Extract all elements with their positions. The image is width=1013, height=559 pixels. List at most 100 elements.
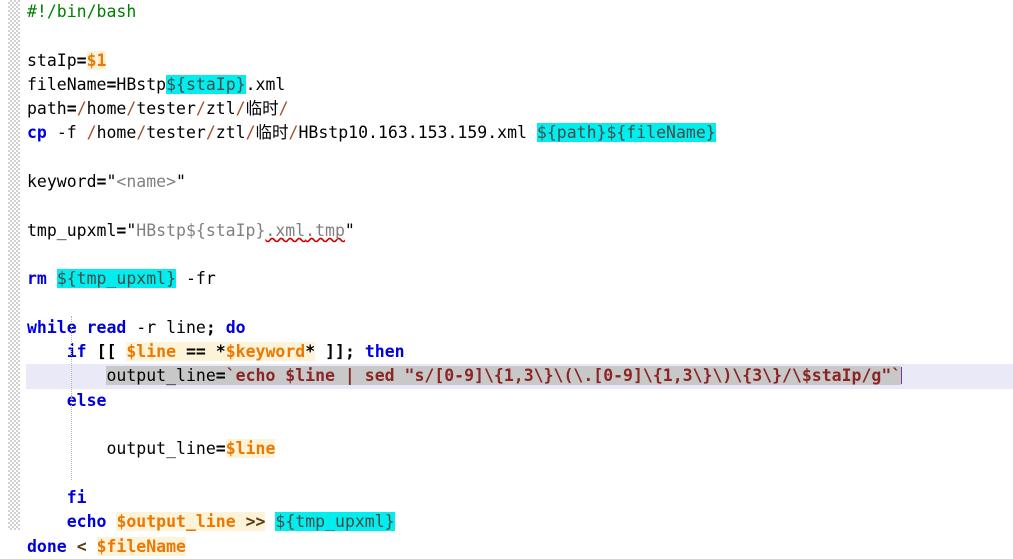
code-line[interactable]: output_line=$line: [0, 437, 1013, 461]
gutter-hatch-strip: [8, 0, 20, 530]
test-close-bracket: ]]: [325, 342, 345, 362]
code-line-blank[interactable]: [0, 462, 1013, 486]
code-line-blank[interactable]: [0, 146, 1013, 170]
path-segment: tester: [136, 99, 196, 119]
input-redirect: <: [76, 536, 87, 556]
code-line-blank[interactable]: [0, 24, 1013, 48]
path-slash: /: [126, 99, 137, 119]
string-quote-open: ": [106, 172, 117, 192]
code-line[interactable]: #!/bin/bash: [0, 0, 1013, 24]
code-line[interactable]: fi: [0, 486, 1013, 510]
code-line-blank[interactable]: [0, 292, 1013, 316]
test-open-bracket: [[: [96, 342, 117, 362]
path-segment: ztl: [215, 123, 246, 143]
builtin-echo: echo: [66, 512, 107, 532]
path-slash: /: [76, 99, 87, 119]
code-line-current[interactable]: output_line=`echo $line | sed "s/[0-9]\{…: [0, 364, 1013, 389]
variable-highlight-run: $output_line >>: [116, 512, 266, 532]
code-line[interactable]: echo $output_line >> ${tmp_upxml}: [0, 510, 1013, 534]
occurrence-highlight-tmpupxml: ${tmp_upxml}: [275, 512, 395, 532]
code-line-blank[interactable]: [0, 243, 1013, 267]
command-rm: rm: [27, 269, 47, 289]
keyword-do: do: [225, 317, 246, 337]
path-slash: /: [136, 123, 147, 143]
literal-prefix: HBstp: [116, 74, 167, 94]
code-editor[interactable]: #!/bin/bash staIp=$1 fileName=HBstp${sta…: [0, 0, 1013, 556]
code-content[interactable]: #!/bin/bash staIp=$1 fileName=HBstp${sta…: [0, 0, 1013, 556]
selected-text-range: output_line=`echo $line | sed "s/[0-9]\{…: [106, 366, 902, 386]
code-line[interactable]: fileName=HBstp${staIp}.xml: [0, 73, 1013, 97]
command-substitution: `echo $line | sed "s/[0-9]\{1,3\}\(\.[0-…: [225, 366, 902, 386]
code-line-blank[interactable]: [0, 194, 1013, 218]
variable-line: $line: [225, 439, 276, 459]
variable-filename: $fileName: [96, 536, 186, 556]
path-segment: home: [96, 123, 137, 143]
keyword-if: if: [66, 342, 87, 362]
gutter-right-pad: [20, 0, 26, 530]
path-segment: home: [86, 99, 127, 119]
append-redirect: >>: [245, 512, 266, 532]
glob-star: *: [305, 342, 316, 362]
code-line[interactable]: path=/home/tester/ztl/临时/: [0, 97, 1013, 121]
semicolon: ;: [205, 317, 216, 337]
variable-outputline: $output_line: [116, 512, 236, 532]
semicolon: ;: [344, 342, 355, 362]
occurrence-highlight-staip: ${staIp}: [166, 74, 246, 94]
string-body: <name>: [116, 172, 177, 192]
path-segment-cjk: 临时: [245, 99, 279, 119]
keyword-then: then: [364, 342, 405, 362]
var-name-keyword: keyword: [27, 172, 97, 192]
code-line[interactable]: tmp_upxml="HBstp${staIp}.xml.tmp": [0, 219, 1013, 243]
path-slash: /: [278, 99, 289, 119]
path-segment-cjk: 临时: [255, 123, 289, 143]
string-quote-close: ": [176, 172, 186, 192]
variable-highlight-run: $line == *$keyword*: [126, 342, 316, 362]
path-segment: ztl: [205, 99, 236, 119]
string-body-misspelled: .tmp: [305, 220, 345, 240]
code-line[interactable]: cp -f /home/tester/ztl/临时/HBstp10.163.15…: [0, 121, 1013, 145]
code-line[interactable]: keyword="<name>": [0, 170, 1013, 194]
var-name-path: path: [27, 99, 67, 119]
var-name-filename: fileName: [27, 74, 107, 94]
var-name-tmpupxml: tmp_upxml: [27, 220, 117, 240]
keyword-done: done: [27, 536, 67, 556]
variable-arg1: $1: [86, 50, 107, 70]
path-slash: /: [245, 123, 256, 143]
string-quote-open: ": [126, 220, 137, 240]
assign-operator: =: [215, 366, 226, 386]
string-quote-close: ": [344, 220, 355, 240]
code-line-blank[interactable]: [0, 413, 1013, 437]
builtin-read: read: [86, 317, 127, 337]
glob-star: *: [215, 342, 226, 362]
var-name-outputline: output_line: [106, 439, 216, 459]
assign-operator: =: [106, 74, 117, 94]
gutter-left-pad: [0, 0, 8, 530]
variable-line: $line: [126, 342, 177, 362]
literal-suffix: .xml: [245, 74, 286, 94]
string-body-misspelled: .xml: [265, 220, 306, 240]
code-line[interactable]: if [[ $line == *$keyword* ]]; then: [0, 340, 1013, 364]
var-name-outputline: output_line: [106, 366, 216, 386]
text-caret: [901, 367, 903, 385]
shebang-comment: #!/bin/bash: [27, 2, 137, 21]
flag-fr: -fr: [185, 269, 216, 289]
string-body: HBstp${staIp}: [136, 220, 266, 240]
occurrence-highlight-target: ${path}${fileName}: [536, 123, 716, 143]
path-slash: /: [195, 99, 206, 119]
code-line[interactable]: while read -r line; do: [0, 316, 1013, 340]
keyword-fi: fi: [66, 487, 87, 507]
path-slash: /: [235, 99, 246, 119]
path-slash: /: [205, 123, 216, 143]
code-line[interactable]: else: [0, 389, 1013, 413]
code-line[interactable]: staIp=$1: [0, 49, 1013, 73]
flag-f: -f: [56, 123, 77, 143]
code-line[interactable]: done < $fileName: [0, 535, 1013, 559]
var-name-staip: staIp: [27, 50, 77, 70]
path-slash: /: [86, 123, 97, 143]
keyword-while: while: [27, 317, 77, 337]
flag-r: -r: [136, 317, 157, 337]
assign-operator: =: [66, 99, 77, 119]
editor-folding-gutter[interactable]: [0, 0, 26, 530]
assign-operator: =: [215, 439, 226, 459]
code-line[interactable]: rm ${tmp_upxml} -fr: [0, 267, 1013, 291]
